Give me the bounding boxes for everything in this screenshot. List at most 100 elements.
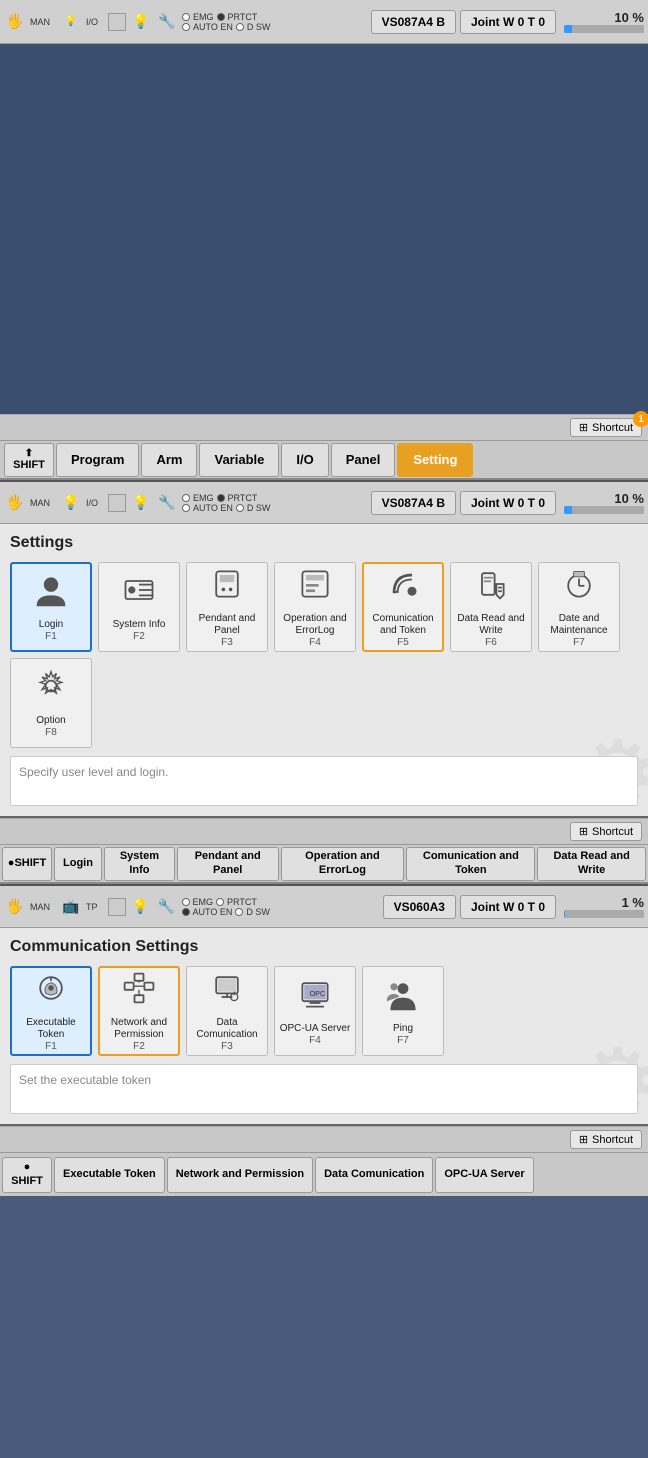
comm-ping-icon[interactable]: Ping F7: [362, 966, 444, 1056]
device-button3[interactable]: VS060A3: [383, 895, 456, 919]
lamp-icon: 💡: [130, 11, 152, 33]
dataread-button2[interactable]: Data Read and Write: [537, 847, 646, 881]
navbar2: ● SHIFT Login System Info Pendant and Pa…: [0, 844, 648, 884]
settings-sysinfo-icon[interactable]: System Info F2: [98, 562, 180, 652]
shortcut-label3: Shortcut: [592, 1134, 633, 1146]
square-icon3: [108, 898, 126, 916]
square-icon2: [108, 494, 126, 512]
settings-description: Specify user level and login.: [10, 756, 638, 806]
executable-button3[interactable]: Executable Token: [54, 1157, 165, 1193]
settings-option-icon[interactable]: Option F8: [10, 658, 92, 748]
comm-network-icon[interactable]: Network and Permission F2: [98, 966, 180, 1056]
joint-button3[interactable]: Joint W 0 T 0: [460, 895, 556, 919]
option-img: [33, 668, 69, 711]
shift-label3: SHIFT: [11, 1175, 43, 1188]
prtct-radio2: [217, 494, 225, 502]
network-fn: F2: [133, 1041, 145, 1052]
main-canvas: [0, 44, 648, 414]
percent-area1: 10 %: [564, 10, 644, 33]
panel-button[interactable]: Panel: [331, 443, 396, 477]
tp-icon3: 📺: [60, 896, 82, 918]
shift-button1[interactable]: ⬆ SHIFT: [4, 443, 54, 477]
settings-date-icon[interactable]: Date and Maintenance F7: [538, 562, 620, 652]
shortcut-label2: Shortcut: [592, 826, 633, 838]
dsw-radio: [236, 23, 244, 31]
dataread-fn: F6: [485, 637, 497, 648]
dsw-radio2: [236, 504, 244, 512]
data-comm-img: [209, 970, 245, 1013]
device-button2[interactable]: VS087A4 B: [371, 491, 456, 515]
comm-opcua-icon[interactable]: OPC OPC-UA Server F4: [274, 966, 356, 1056]
opcua-img: OPC: [297, 976, 333, 1019]
percent-text3: 1 %: [622, 895, 644, 910]
dataread-label: Data Read and Write: [455, 613, 527, 637]
wrench-icon2: 🔧: [156, 492, 178, 514]
wrench-icon: 🔧: [156, 11, 178, 33]
device-button1[interactable]: VS087A4 B: [371, 10, 456, 34]
dsw-radio3: [235, 908, 243, 916]
executable-label: Executable Token: [16, 1017, 86, 1041]
shift-button3[interactable]: ● SHIFT: [2, 1157, 52, 1193]
shift-button2[interactable]: ● SHIFT: [2, 847, 52, 881]
comm-settings-title: Communication Settings: [10, 938, 638, 956]
topbar2: 🖐 MAN 💡 I/O 💡 🔧 EMG PRTCT AUTO EN D SW: [0, 480, 648, 524]
shortcut-button2[interactable]: ⊞ Shortcut: [570, 822, 642, 841]
man-icon2: 🖐: [4, 492, 26, 514]
emg-radio2: [182, 494, 190, 502]
shortcut-icon2: ⊞: [579, 825, 588, 838]
login-button2[interactable]: Login: [54, 847, 102, 881]
setting-button[interactable]: Setting: [397, 443, 473, 477]
percent-text2: 10 %: [614, 491, 644, 506]
shortcut-icon3: ⊞: [579, 1133, 588, 1146]
settings-comunication-icon[interactable]: Comunication and Token F5: [362, 562, 444, 652]
topbar3-icons: 🖐 MAN 📺 TP 💡 🔧 EMG PRTCT AUTO EN D SW: [4, 896, 383, 918]
shortcut-button3[interactable]: ⊞ Shortcut: [570, 1130, 642, 1149]
comm-icon-grid: Executable Token F1 Network and Permissi…: [10, 966, 638, 1056]
io-button[interactable]: I/O: [281, 443, 328, 477]
pendant-img: [209, 566, 245, 609]
sysinfo-fn: F2: [133, 631, 145, 642]
login-label: Login: [39, 619, 63, 631]
arm-button[interactable]: Arm: [141, 443, 197, 477]
progress-bar3: [564, 910, 644, 918]
joint-button2[interactable]: Joint W 0 T 0: [460, 491, 556, 515]
emg-status: EMG PRTCT AUTO EN D SW: [182, 12, 270, 32]
io-icon: 💡: [60, 11, 82, 33]
date-img: [561, 566, 597, 609]
pendant-button2[interactable]: Pendant and Panel: [177, 847, 279, 881]
shortcut-row3: ⊞ Shortcut: [0, 1126, 648, 1152]
data-comm-label: Data Comunication: [191, 1017, 263, 1041]
io-icon2: 💡: [60, 492, 82, 514]
option-fn: F8: [45, 727, 57, 738]
topbar3: 🖐 MAN 📺 TP 💡 🔧 EMG PRTCT AUTO EN D SW: [0, 884, 648, 928]
settings-pendant-icon[interactable]: Pendant and Panel F3: [186, 562, 268, 652]
network-button3[interactable]: Network and Permission: [167, 1157, 313, 1193]
comm-executable-icon[interactable]: Executable Token F1: [10, 966, 92, 1056]
joint-button1[interactable]: Joint W 0 T 0: [460, 10, 556, 34]
percent-area3: 1 %: [564, 895, 644, 918]
square-icon: [108, 13, 126, 31]
settings-login-icon[interactable]: Login F1: [10, 562, 92, 652]
shortcut-row1: ⊞ Shortcut 1: [0, 414, 648, 440]
sysinfo-button2[interactable]: System Info: [104, 847, 175, 881]
variable-button[interactable]: Variable: [199, 443, 279, 477]
comm-settings-panel: ⚙ Communication Settings Executable Toke…: [0, 928, 648, 1126]
comunication-img: [385, 566, 421, 609]
shortcut-button1[interactable]: ⊞ Shortcut 1: [570, 418, 642, 437]
program-button[interactable]: Program: [56, 443, 139, 477]
progress-bar1: [564, 25, 644, 33]
dataread-img: [473, 566, 509, 609]
comunication-button2[interactable]: Comunication and Token: [406, 847, 535, 881]
ping-img: [385, 976, 421, 1019]
operation-button2[interactable]: Operation and ErrorLog: [281, 847, 405, 881]
settings-operation-icon[interactable]: Operation and ErrorLog F4: [274, 562, 356, 652]
man-icon: 🖐: [4, 11, 26, 33]
emg-radio3: [182, 898, 190, 906]
data-comm-button3[interactable]: Data Comunication: [315, 1157, 433, 1193]
opcua-button3[interactable]: OPC-UA Server: [435, 1157, 533, 1193]
settings-dataread-icon[interactable]: Data Read and Write F6: [450, 562, 532, 652]
lamp-icon2: 💡: [130, 492, 152, 514]
comm-data-icon[interactable]: Data Comunication F3: [186, 966, 268, 1056]
progress-fill2: [564, 506, 572, 514]
comunication-fn: F5: [397, 637, 409, 648]
